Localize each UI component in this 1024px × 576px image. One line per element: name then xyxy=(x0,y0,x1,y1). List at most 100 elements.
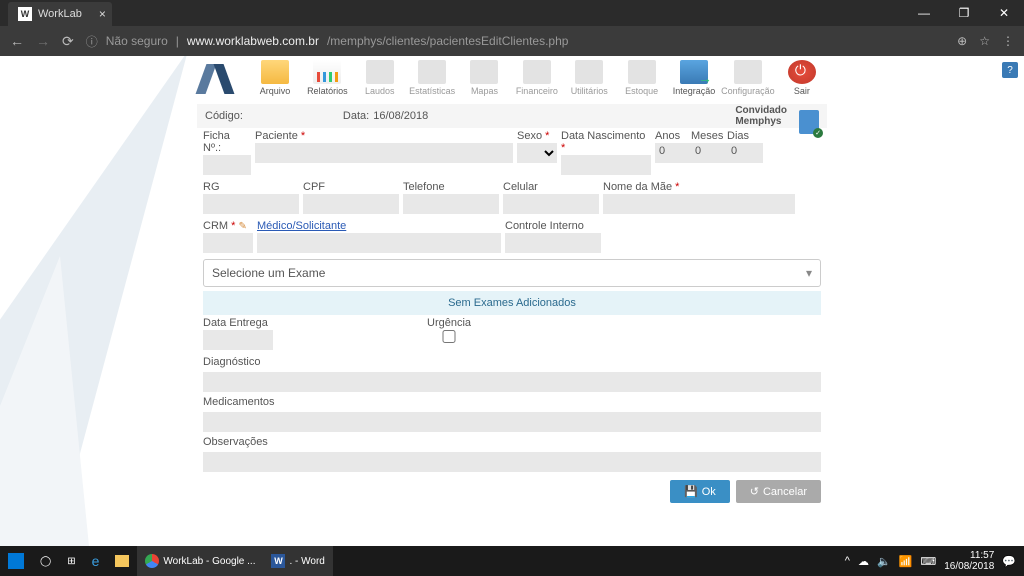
cpf-input[interactable] xyxy=(303,194,399,214)
crm-label: CRM * ✎ xyxy=(203,220,253,232)
info-icon: ⓘ xyxy=(86,33,98,50)
tray-notifications-icon[interactable]: 💬 xyxy=(1002,555,1016,568)
tray-network-icon[interactable]: 🔈 xyxy=(877,555,891,568)
telefone-input[interactable] xyxy=(403,194,499,214)
window-close[interactable]: ✕ xyxy=(984,0,1024,26)
toolbar-sair[interactable]: Sair xyxy=(777,60,827,96)
medicamentos-input[interactable] xyxy=(203,412,821,432)
exam-placeholder: Selecione um Exame xyxy=(212,266,325,280)
toolbar-arquivo[interactable]: Arquivo xyxy=(250,60,300,96)
exam-select[interactable]: Selecione um Exame xyxy=(203,259,821,287)
nascimento-input[interactable] xyxy=(561,155,651,175)
menu-icon[interactable]: ⋮ xyxy=(1002,34,1014,48)
zoom-icon[interactable]: ⊕ xyxy=(957,34,967,48)
celular-label: Celular xyxy=(503,181,599,193)
toolbar-utilitarios[interactable]: Utilitários xyxy=(564,60,614,96)
tab-close-icon[interactable]: × xyxy=(99,7,106,21)
taskbar-edge[interactable]: e xyxy=(84,546,108,576)
entrega-input[interactable] xyxy=(203,330,273,350)
clock-date: 16/08/2018 xyxy=(944,561,994,572)
url-separator: | xyxy=(176,34,179,48)
paciente-input[interactable] xyxy=(255,143,513,163)
no-exams-banner: Sem Exames Adicionados xyxy=(203,291,821,315)
controle-label: Controle Interno xyxy=(505,220,601,232)
url-box[interactable]: ⓘ Não seguro | www.worklabweb.com.br/mem… xyxy=(86,33,945,50)
toolbar-mapas[interactable]: Mapas xyxy=(459,60,509,96)
cancel-button[interactable]: ↺ Cancelar xyxy=(736,480,821,503)
help-icon[interactable]: ? xyxy=(1002,62,1018,78)
mae-input[interactable] xyxy=(603,194,795,214)
crm-input[interactable] xyxy=(203,233,253,253)
taskbar-word[interactable]: W . - Word xyxy=(263,546,332,576)
taskbar-explorer[interactable] xyxy=(107,546,137,576)
sexo-select[interactable] xyxy=(517,143,557,163)
cloud-icon xyxy=(680,60,708,84)
toolbar-laudos[interactable]: Laudos xyxy=(355,60,405,96)
ok-button[interactable]: 💾 Ok xyxy=(670,480,730,503)
clipboard-icon[interactable] xyxy=(799,110,819,134)
start-button[interactable] xyxy=(0,546,32,576)
security-label: Não seguro xyxy=(106,34,168,48)
tray-wifi-icon[interactable]: 📶 xyxy=(899,555,913,568)
toolbar-integracao[interactable]: Integração xyxy=(669,60,719,96)
toolbar-relatorios[interactable]: Relatórios xyxy=(302,60,352,96)
ficha-input[interactable] xyxy=(203,155,251,175)
anos-value: 0 xyxy=(655,143,691,163)
window-minimize[interactable]: — xyxy=(904,0,944,26)
observacoes-label: Observações xyxy=(203,436,821,448)
taskbar-clock[interactable]: 11:57 16/08/2018 xyxy=(944,550,994,572)
controle-input[interactable] xyxy=(505,233,601,253)
task-view-button[interactable]: ⊞ xyxy=(59,546,83,576)
medico-link[interactable]: Médico/Solicitante xyxy=(257,220,501,232)
toolbar-configuracao[interactable]: Configuração xyxy=(721,60,775,96)
tray-onedrive-icon[interactable]: ☁ xyxy=(858,555,869,568)
nascimento-label: Data Nascimento * xyxy=(561,130,651,154)
rg-label: RG xyxy=(203,181,299,193)
pie-icon xyxy=(418,60,446,84)
diagnostico-input[interactable] xyxy=(203,372,821,392)
window-maximize[interactable]: ❐ xyxy=(944,0,984,26)
toolbar-label: Arquivo xyxy=(260,86,291,96)
ok-label: Ok xyxy=(702,486,716,498)
star-icon[interactable]: ☆ xyxy=(979,34,990,48)
user-name: Memphys xyxy=(735,116,781,127)
cancel-label: Cancelar xyxy=(763,486,807,498)
window-controls: — ❐ ✕ xyxy=(904,0,1024,26)
url-domain: www.worklabweb.com.br xyxy=(187,34,319,48)
address-bar: ← → ⟳ ⓘ Não seguro | www.worklabweb.com.… xyxy=(0,26,1024,56)
browser-tab[interactable]: W WorkLab × xyxy=(8,2,112,26)
toolbar-label: Estatísticas xyxy=(409,86,455,96)
toolbar-label: Utilitários xyxy=(571,86,608,96)
toolbar-estatisticas[interactable]: Estatísticas xyxy=(407,60,457,96)
celular-input[interactable] xyxy=(503,194,599,214)
sexo-label: Sexo * xyxy=(517,130,557,142)
reload-button[interactable]: ⟳ xyxy=(62,33,74,50)
cortana-button[interactable]: ◯ xyxy=(32,546,59,576)
toolbar-estoque[interactable]: Estoque xyxy=(616,60,666,96)
meses-value: 0 xyxy=(691,143,727,163)
toolbar-label: Relatórios xyxy=(307,86,348,96)
medico-input[interactable] xyxy=(257,233,501,253)
forward-button[interactable]: → xyxy=(36,33,50,49)
document-icon xyxy=(366,60,394,84)
entrega-label: Data Entrega xyxy=(203,317,273,329)
pencil-icon[interactable]: ✎ xyxy=(238,221,246,232)
tray-up-icon[interactable]: ^ xyxy=(845,555,850,567)
toolbar-label: Configuração xyxy=(721,86,775,96)
system-tray: ^ ☁ 🔈 📶 ⌨ 11:57 16/08/2018 💬 xyxy=(845,550,1024,572)
data-label: Data: xyxy=(343,110,369,122)
tab-title: WorkLab xyxy=(38,8,82,20)
taskbar-chrome[interactable]: WorkLab - Google ... xyxy=(137,546,263,576)
toolbar-financeiro[interactable]: Financeiro xyxy=(512,60,562,96)
observacoes-input[interactable] xyxy=(203,452,821,472)
dias-value: 0 xyxy=(727,143,763,163)
rg-input[interactable] xyxy=(203,194,299,214)
guest-label: Convidado xyxy=(735,105,787,116)
patient-form: Código: Data: 16/08/2018 Convidado Memph… xyxy=(197,104,827,509)
telefone-label: Telefone xyxy=(403,181,499,193)
urgencia-checkbox[interactable] xyxy=(427,330,471,343)
meses-label: Meses xyxy=(691,130,723,142)
tray-keyboard-icon[interactable]: ⌨ xyxy=(920,555,936,568)
briefcase-icon xyxy=(575,60,603,84)
back-button[interactable]: ← xyxy=(10,33,24,49)
